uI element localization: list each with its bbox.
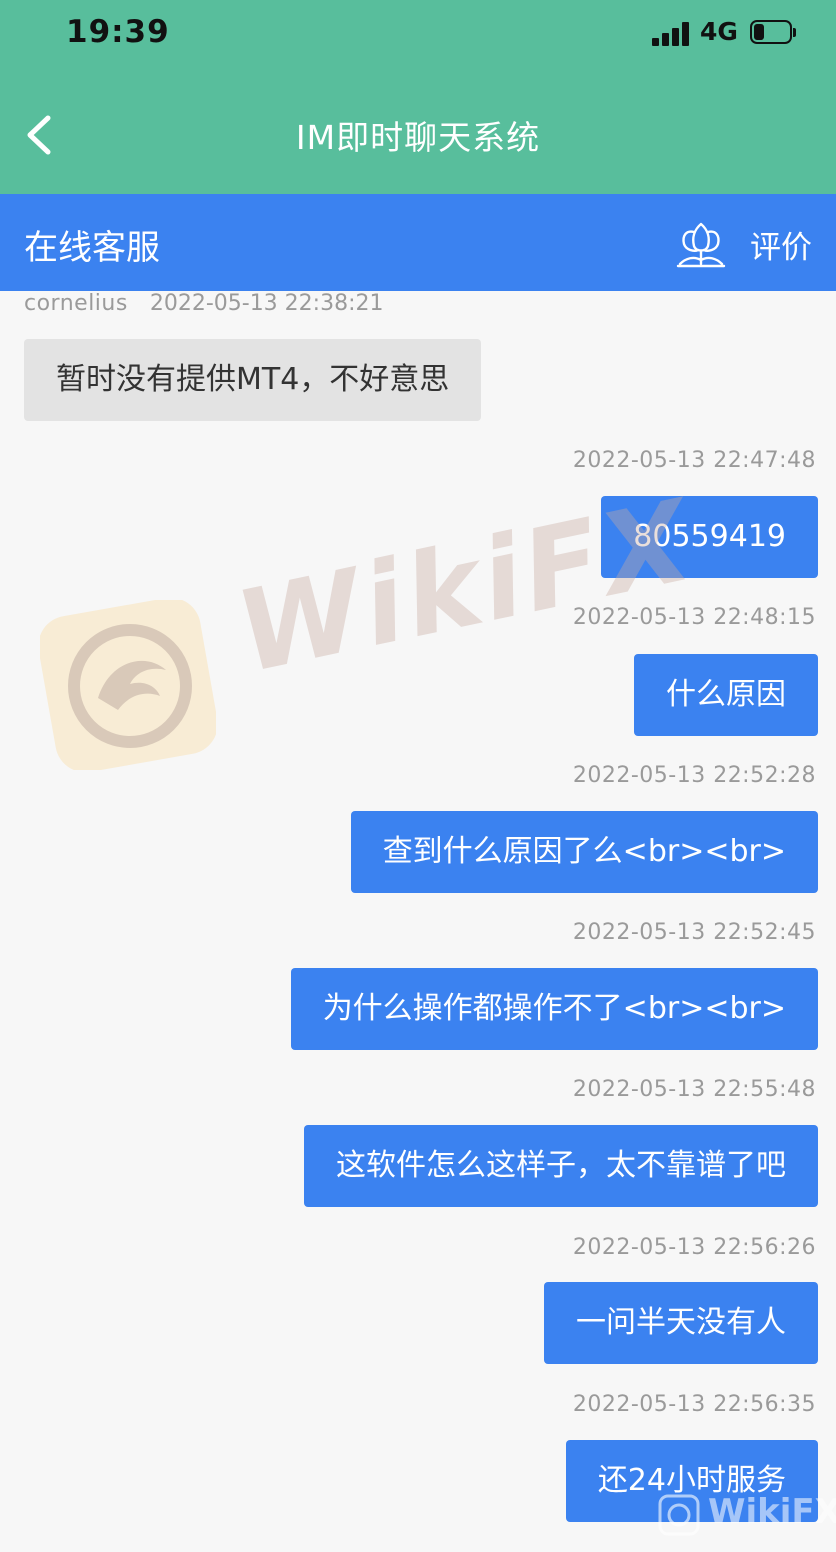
user-message-bubble: 查到什么原因了么<br><br> [350, 811, 818, 893]
flower-icon [676, 222, 726, 268]
battery-icon [750, 20, 796, 46]
user-message-bubble: 80559419 [601, 496, 818, 578]
status-time: 19:39 [66, 14, 170, 50]
message-time: 2022-05-13 22:56:26 [572, 1235, 816, 1260]
agent-message-bubble: 暂时没有提供MT4，不好意思 [24, 339, 482, 421]
message-time: 2022-05-13 22:52:28 [572, 763, 816, 788]
user-message-bubble: 什么原因 [634, 654, 818, 736]
service-title: 在线客服 [24, 228, 160, 268]
agent-name: cornelius [24, 291, 128, 316]
user-message-bubble: 还24小时服务 [565, 1440, 818, 1522]
chat-messages[interactable]: cornelius 2022-05-13 22:38:21 暂时没有提供MT4，不… [0, 291, 836, 1552]
message-time: 2022-05-13 22:48:15 [572, 605, 816, 630]
user-message-bubble: 这软件怎么这样子，太不靠谱了吧 [304, 1125, 818, 1207]
message-time: 2022-05-13 22:55:48 [572, 1077, 816, 1102]
agent-message-meta: cornelius 2022-05-13 22:38:21 [24, 291, 383, 316]
message-time: 2022-05-13 22:56:35 [572, 1392, 816, 1417]
rate-button[interactable]: 评价 [672, 212, 822, 274]
network-type: 4G [700, 17, 738, 46]
agent-message-time: 2022-05-13 22:38:21 [149, 291, 384, 316]
page-title: IM即时聊天系统 [295, 118, 541, 157]
message-time: 2022-05-13 22:52:45 [572, 920, 816, 945]
user-message-bubble: 为什么操作都操作不了<br><br> [290, 968, 818, 1050]
app-top-bar: 19:39 4G IM即时聊天系统 [0, 0, 836, 194]
service-header: 在线客服 评价 [0, 194, 836, 291]
user-message-bubble: 一问半天没有人 [544, 1282, 818, 1364]
chat-screen: 19:39 4G IM即时聊天系统 在线客服 评价 cornelius 2022… [0, 0, 836, 1552]
signal-strength-icon [652, 22, 692, 46]
rate-label: 评价 [750, 230, 812, 266]
message-time: 2022-05-13 22:47:48 [572, 448, 816, 473]
